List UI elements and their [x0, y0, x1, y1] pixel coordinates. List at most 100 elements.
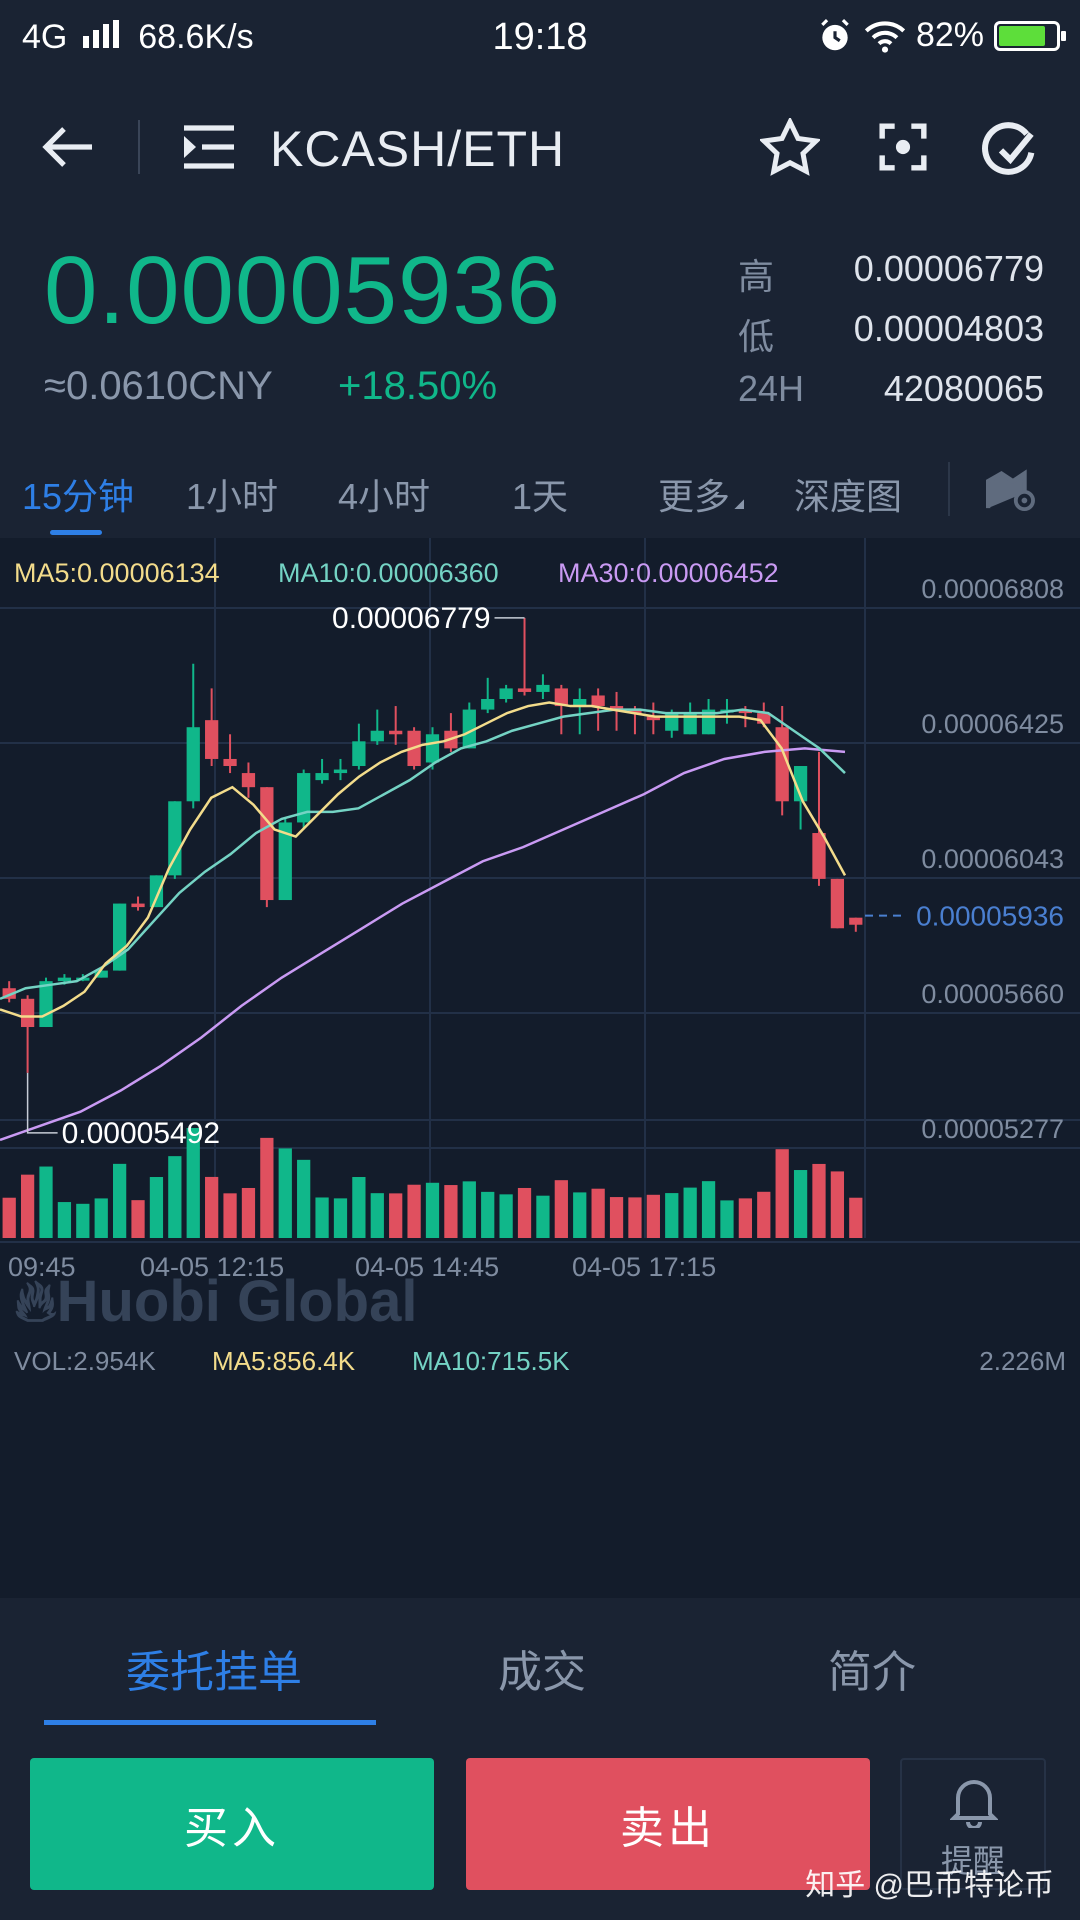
candle-body [113, 903, 127, 971]
candle-body [223, 758, 237, 767]
volume-value: 42080065 [883, 368, 1044, 409]
vol-max-label: 2.226M [979, 1346, 1066, 1376]
dropdown-triangle-icon [734, 499, 745, 509]
volume-bar [389, 1193, 403, 1238]
volume-bar [536, 1195, 550, 1238]
ma10-legend: MA10:0.00006360 [278, 558, 499, 588]
volume-bar [573, 1192, 587, 1238]
candle-body [352, 741, 366, 767]
volume-bar [444, 1185, 458, 1238]
vol-ma10-legend: MA10:715.5K [412, 1346, 570, 1376]
buy-button[interactable]: 买入 [30, 1758, 434, 1890]
current-price-label: 0.00005936 [916, 901, 1064, 932]
volume-bar [370, 1193, 384, 1238]
volume-bar [812, 1163, 826, 1238]
volume-bar [425, 1182, 440, 1238]
candle-body [131, 903, 145, 908]
volume-bar [131, 1200, 145, 1238]
volume-bar [352, 1177, 366, 1238]
volume-bar [481, 1191, 495, 1238]
chart-settings-icon[interactable] [986, 466, 1036, 512]
y-tick-label: 0.00006808 [921, 574, 1064, 604]
low-annotation: 0.00005492 [62, 1117, 221, 1150]
ticker-panel: 0.00005936 ≈0.0610CNY +18.50% 高 0.000067… [0, 222, 1080, 438]
candle-body [370, 730, 384, 742]
volume-bar [646, 1194, 660, 1238]
volume-bar [149, 1177, 164, 1238]
y-tick-label: 0.00005277 [921, 1114, 1064, 1144]
candle-body [536, 684, 550, 692]
volume-bar [665, 1193, 679, 1238]
tab-orders[interactable]: 委托挂单 [126, 1636, 302, 1700]
y-tick-label: 0.00006425 [921, 709, 1064, 739]
volume-bar [168, 1156, 182, 1238]
status-right: 82% [816, 16, 1066, 55]
vol-legend: VOL:2.954K [14, 1346, 156, 1376]
refresh-icon[interactable] [980, 120, 1036, 176]
candle-body [315, 773, 329, 781]
wifi-icon [864, 20, 906, 53]
kline-chart[interactable]: 0.00006808 0.00006425 0.00006043 0.00005660… [0, 538, 1080, 1563]
tab-intro[interactable]: 简介 [828, 1636, 916, 1700]
candle-body [830, 878, 845, 929]
low-label: 低 [738, 316, 775, 357]
vol-ma5-legend: MA5:856.4K [212, 1346, 356, 1376]
high-value: 0.00006779 [853, 248, 1044, 289]
volume-label: 24H [738, 368, 805, 409]
scan-icon[interactable] [878, 122, 928, 172]
cny-price: ≈0.0610CNY [44, 364, 273, 408]
battery-icon [994, 20, 1066, 51]
volume-bar [20, 1174, 35, 1238]
candle-body [812, 833, 826, 879]
candle-body [186, 727, 200, 802]
tab-4h[interactable]: 4小时 [338, 468, 430, 520]
ma30-legend: MA30:0.00006452 [558, 558, 779, 588]
volume-bar [628, 1197, 642, 1238]
high-annotation: 0.00006779 [332, 602, 491, 635]
volume-bar [205, 1176, 219, 1238]
volume-bar [591, 1188, 605, 1238]
candle-body [849, 917, 863, 925]
candle-body [389, 730, 403, 735]
volume-bar [757, 1191, 771, 1238]
menu-list-icon[interactable] [182, 124, 236, 170]
volume-bar [278, 1148, 292, 1238]
volume-bar [260, 1137, 274, 1238]
star-icon[interactable] [760, 118, 820, 176]
volume-bar [223, 1193, 237, 1238]
tab-more[interactable]: 更多 [658, 468, 745, 520]
tab-depth[interactable]: 深度图 [794, 468, 902, 520]
y-tick-label: 0.00006043 [921, 844, 1064, 874]
volume-bar [333, 1198, 348, 1238]
candle-body [481, 698, 495, 710]
volume-bar [609, 1197, 624, 1238]
pair-title[interactable]: KCASH/ETH [270, 120, 565, 178]
volume-bar [76, 1203, 90, 1238]
back-arrow-icon[interactable] [40, 122, 96, 172]
volume-bar [830, 1171, 845, 1238]
tab-1d[interactable]: 1天 [512, 468, 568, 520]
volume-bar [2, 1197, 16, 1238]
battery-percent: 82% [915, 16, 984, 54]
volume-bar [775, 1149, 789, 1238]
low-value: 0.00004803 [853, 308, 1044, 349]
candle-body [260, 787, 274, 901]
candle-body [39, 981, 53, 1028]
volume-bar [499, 1194, 513, 1238]
huobi-flame-icon: 🔥︎ [14, 1269, 57, 1334]
last-price: 0.00005936 [44, 237, 562, 344]
huobi-global-logo: 🔥︎Huobi Global [14, 1268, 417, 1336]
volume-bar [462, 1181, 476, 1238]
volume-bar [94, 1198, 108, 1238]
volume-bar [241, 1187, 256, 1238]
tab-1h[interactable]: 1小时 [186, 468, 278, 520]
tab-15min[interactable]: 15分钟 [22, 468, 134, 520]
volume-bar [407, 1184, 421, 1238]
high-label: 高 [738, 256, 775, 297]
ma5-legend: MA5:0.00006134 [14, 558, 220, 588]
tab-trades[interactable]: 成交 [498, 1636, 586, 1700]
volume-bar [554, 1180, 568, 1238]
candle-body [20, 998, 35, 1028]
volume-bar [849, 1197, 863, 1238]
kline-svg[interactable]: 0.00006808 0.00006425 0.00006043 0.00005660… [0, 538, 1080, 1563]
